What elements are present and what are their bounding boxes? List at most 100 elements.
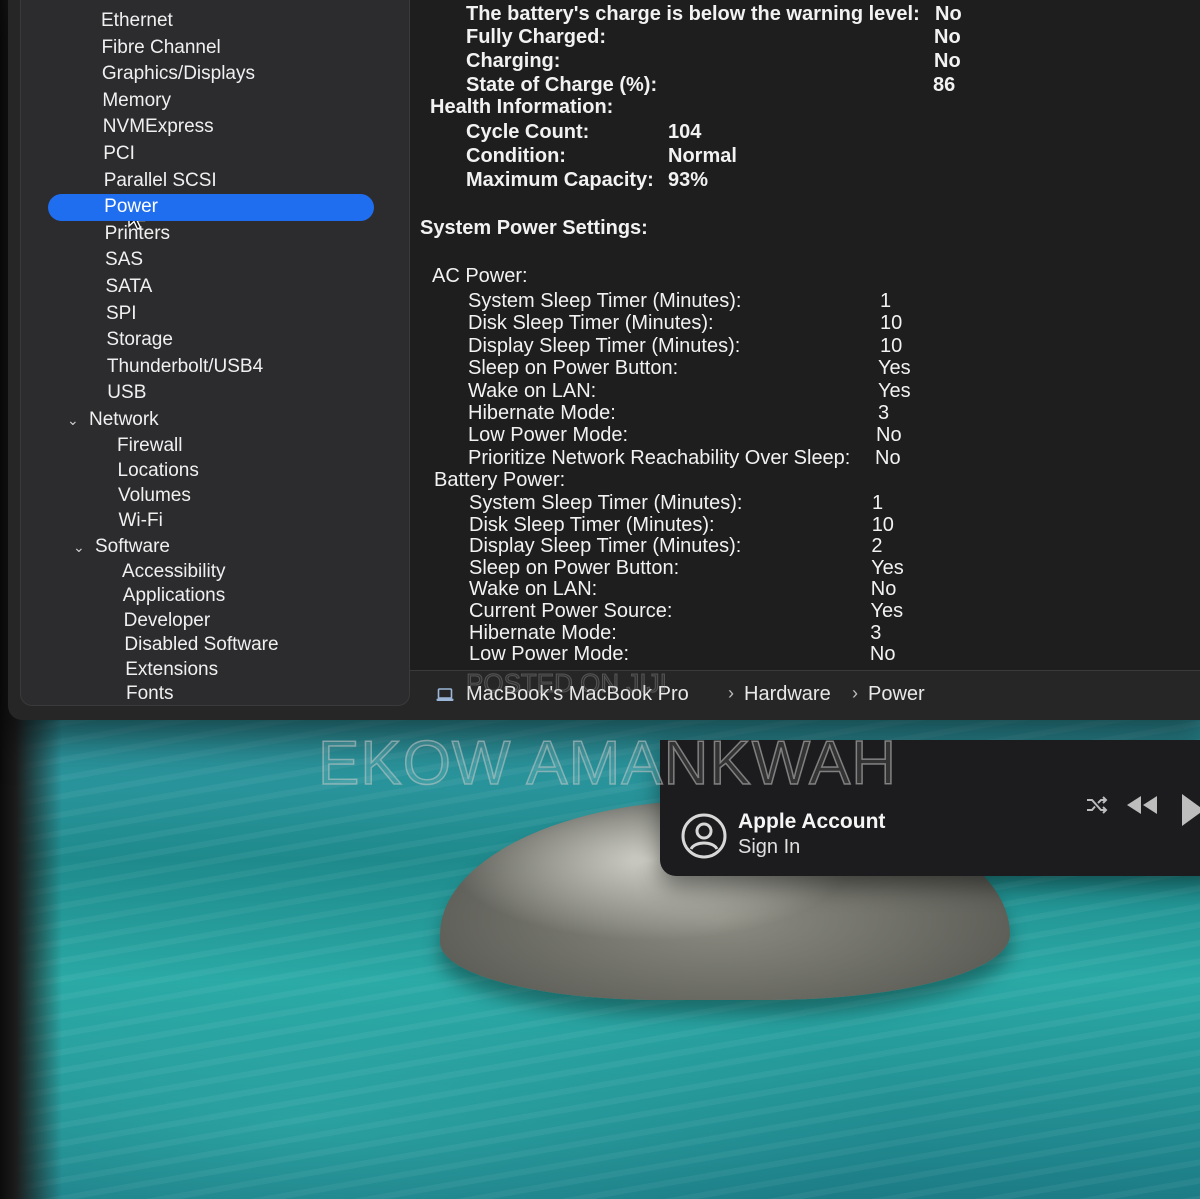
sidebar-item-locations[interactable]: Locations	[118, 459, 199, 483]
battery-setting-row-label: Low Power Mode:	[469, 643, 630, 666]
sidebar-item-extensions[interactable]: Extensions	[125, 658, 218, 682]
sidebar-item-sas[interactable]: SAS	[105, 248, 143, 272]
sidebar-item-label: Volumes	[118, 485, 191, 507]
sidebar-item-usb[interactable]: USB	[107, 381, 146, 405]
ac-setting-row: Display Sleep Timer (Minutes): 10	[468, 334, 1200, 358]
sidebar-item-label: USB	[107, 382, 147, 404]
condition-row-value: Normal	[668, 145, 737, 167]
sidebar-item-label: Graphics/Displays	[101, 63, 255, 85]
sidebar-item-label: Wi-Fi	[118, 510, 163, 532]
sidebar-item-label: SPI	[105, 302, 137, 324]
play-icon[interactable]	[1176, 792, 1200, 828]
sidebar-group-network[interactable]: ⌄ Network	[67, 408, 159, 432]
fully-charged-row-value: No	[934, 26, 961, 48]
system-information-window: Ethernet Fibre Channel Graphics/Displays Me…	[8, 0, 1200, 720]
shuffle-icon[interactable]	[1084, 792, 1110, 818]
sidebar-item-nvmexpress[interactable]: NVMExpress	[103, 115, 214, 139]
sidebar-item-label: SAS	[105, 249, 144, 271]
battery-setting-row-label: Hibernate Mode:	[469, 621, 617, 644]
sidebar-item-volumes[interactable]: Volumes	[118, 484, 191, 508]
watermark-small: POSTED ON JIJI	[466, 668, 668, 699]
ac-setting-row: Sleep on Power Button: Yes	[468, 356, 1200, 380]
battery-setting-row-value: 2	[871, 535, 883, 558]
ac-setting-row-value: No	[875, 446, 901, 469]
cycle-count-row-value: 104	[668, 121, 702, 143]
sidebar-item-label: Disabled Software	[124, 634, 279, 656]
breadcrumb-hardware[interactable]: Hardware	[744, 683, 831, 706]
sidebar-item-label: PCI	[103, 143, 135, 164]
sidebar-item-pci[interactable]: PCI	[103, 142, 135, 166]
sidebar-item-label: Memory	[102, 89, 171, 111]
charging-row: Charging: No	[466, 49, 1200, 73]
sidebar-item-power[interactable]: Power	[48, 194, 374, 222]
sidebar-item-label: Firewall	[117, 434, 183, 456]
sidebar: Ethernet Fibre Channel Graphics/Displays Me…	[20, 0, 410, 706]
ac-setting-row-label: Wake on LAN:	[468, 379, 597, 402]
sidebar-item-label: Accessibility	[122, 560, 226, 582]
battery-power-header: Battery Power:	[434, 468, 1200, 492]
sidebar-item-developer[interactable]: Developer	[124, 609, 211, 633]
battery-power-header-label: Battery Power:	[434, 469, 566, 491]
sidebar-item-graphics-displays[interactable]: Graphics/Displays	[102, 62, 255, 86]
battery-setting-row-value: 1	[872, 492, 884, 514]
sidebar-item-sata[interactable]: SATA	[106, 275, 153, 299]
battery-setting-row: Current Power Source: Yes	[469, 599, 1200, 623]
sidebar-item-label: Storage	[106, 329, 173, 351]
battery-setting-row-value: Yes	[870, 600, 904, 622]
fully-charged-row: Fully Charged: No	[466, 25, 1200, 49]
sidebar-item-memory[interactable]: Memory	[102, 89, 171, 113]
maximum-capacity-row: Maximum Capacity: 93%	[466, 168, 1200, 192]
sidebar-item-label: SATA	[105, 276, 153, 297]
sidebar-item-fonts[interactable]: Fonts	[126, 682, 174, 706]
sidebar-item-parallel-scsi[interactable]: Parallel SCSI	[104, 169, 217, 193]
chevron-down-icon[interactable]: ⌄	[73, 535, 89, 559]
fully-charged-row-label: Fully Charged:	[466, 26, 607, 48]
sidebar-item-spi[interactable]: SPI	[106, 302, 137, 326]
ac-setting-row-label: Prioritize Network Reachability Over Sle…	[468, 446, 851, 469]
chevron-down-icon[interactable]: ⌄	[67, 408, 83, 432]
ac-setting-row: Hibernate Mode: 3	[468, 401, 1200, 425]
battery-warning-row-value: No	[935, 3, 962, 25]
sidebar-item-wi-fi[interactable]: Wi-Fi	[119, 509, 163, 533]
battery-setting-row-value: No	[869, 643, 896, 666]
sidebar-item-label: Parallel SCSI	[103, 169, 217, 191]
person-circle-icon	[681, 813, 727, 859]
sidebar-item-label: Extensions	[125, 658, 219, 680]
ac-power-header: AC Power:	[432, 264, 1200, 288]
ac-setting-row: Wake on LAN: Yes	[468, 379, 1200, 403]
sidebar-item-label: NVMExpress	[102, 116, 214, 138]
ac-setting-row-label: Low Power Mode:	[468, 424, 629, 447]
cycle-count-row: Cycle Count: 104	[466, 120, 1200, 144]
laptop-icon	[436, 688, 454, 701]
system-power-settings-header-label: System Power Settings:	[420, 217, 648, 239]
sidebar-item-accessibility[interactable]: Accessibility	[122, 560, 225, 584]
sidebar-item-label: Developer	[123, 609, 211, 631]
sidebar-item-ethernet[interactable]: Ethernet	[101, 9, 173, 33]
cycle-count-row-label: Cycle Count:	[466, 121, 590, 143]
breadcrumb-power[interactable]: Power	[868, 683, 925, 706]
rewind-icon[interactable]	[1124, 792, 1160, 818]
sidebar-item-fibre-channel[interactable]: Fibre Channel	[101, 36, 220, 60]
battery-setting-row-value: No	[870, 578, 897, 601]
sidebar-item-disabled-software[interactable]: Disabled Software	[124, 633, 278, 657]
sidebar-item-thunderbolt-usb4[interactable]: Thunderbolt/USB4	[107, 355, 263, 379]
battery-setting-row-label: Current Power Source:	[469, 600, 673, 622]
ac-setting-row-label: Hibernate Mode:	[468, 402, 616, 424]
sidebar-item-applications[interactable]: Applications	[123, 584, 225, 608]
sidebar-item-firewall[interactable]: Firewall	[117, 434, 182, 458]
sidebar-group-software[interactable]: ⌄ Software	[73, 535, 170, 559]
battery-setting-row-label: Wake on LAN:	[469, 578, 598, 601]
battery-setting-row-label: Display Sleep Timer (Minutes):	[469, 535, 742, 558]
sign-in-link[interactable]: Sign In	[738, 836, 800, 859]
sidebar-item-label: Locations	[117, 459, 199, 481]
ac-setting-row-value: No	[876, 424, 902, 447]
charging-row-value: No	[934, 50, 961, 72]
ac-power-header-label: AC Power:	[432, 265, 528, 287]
watermark-main: EKOW AMANKWAH	[317, 728, 898, 799]
condition-row: Condition: Normal	[466, 144, 1200, 168]
ac-setting-row: Low Power Mode: No	[468, 423, 1200, 447]
ac-setting-row-value: 10	[880, 334, 903, 357]
state-of-charge-row-label: State of Charge (%):	[466, 74, 658, 96]
ac-setting-row-label: Display Sleep Timer (Minutes):	[468, 334, 741, 357]
sidebar-item-storage[interactable]: Storage	[106, 328, 173, 352]
